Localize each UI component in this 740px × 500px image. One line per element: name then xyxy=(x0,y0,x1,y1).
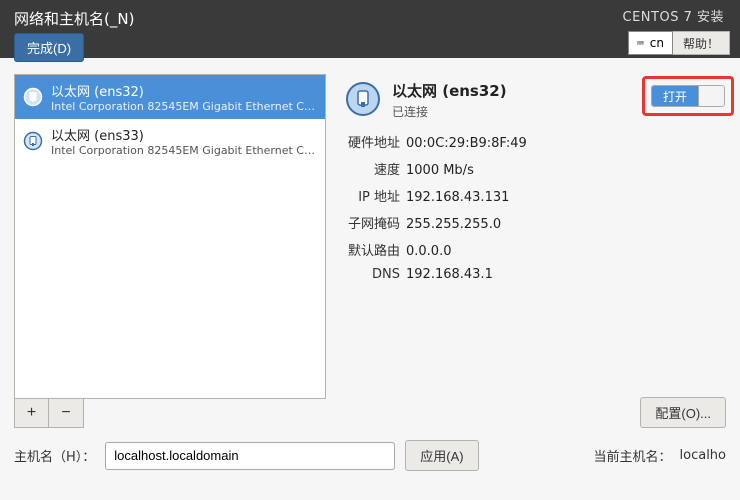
nic-text: 以太网 (ens33)Intel Corporation 82545EM Gig… xyxy=(51,125,317,157)
current-hostname-value: localho xyxy=(680,448,726,463)
detail-table: 硬件地址 00:0C:29:B9:8F:49 速度 1000 Mb/s IP 地址 192… xyxy=(334,132,726,290)
detail-row-label: 硬件地址 xyxy=(344,132,400,151)
configure-row: 配置(O)... xyxy=(334,397,726,428)
add-nic-button[interactable]: + xyxy=(15,399,49,427)
detail-row: 速度 1000 Mb/s xyxy=(344,159,726,178)
right-column: 打开 以太网 (ens32) 已连接 硬件地址00:0C:29:B9:8F:49… xyxy=(334,74,726,428)
nic-text: 以太网 (ens32)Intel Corporation 82545EM Gig… xyxy=(51,81,317,113)
footer-right: 当前主机名： localho xyxy=(594,446,727,465)
ethernet-icon xyxy=(23,87,43,107)
apply-hostname-button[interactable]: 应用(A) xyxy=(405,440,478,471)
help-button-label: 帮助！ xyxy=(683,35,719,52)
detail-row: DNS 192.168.43.1 xyxy=(344,267,726,282)
detail-row-label: DNS xyxy=(344,267,400,282)
detail-row-value: 192.168.43.131 xyxy=(406,190,509,205)
nic-desc: Intel Corporation 82545EM Gigabit Ethern… xyxy=(51,144,317,157)
header-right: CENTOS 7 安装 ⌨ cn 帮助！ xyxy=(623,6,730,55)
current-hostname-label: 当前主机名： xyxy=(594,446,672,465)
header-bar: 网络和主机名(_N) 完成(D) CENTOS 7 安装 ⌨ cn 帮助！ xyxy=(0,0,740,58)
detail-row-label: 子网掩码 xyxy=(344,213,400,232)
keyboard-layout-text: cn xyxy=(650,36,664,50)
page-title: 网络和主机名(_N) xyxy=(10,6,623,33)
configure-button[interactable]: 配置(O)... xyxy=(640,397,726,428)
remove-nic-button[interactable]: − xyxy=(49,399,83,427)
keyboard-layout-indicator[interactable]: ⌨ cn xyxy=(628,31,673,55)
nic-desc: Intel Corporation 82545EM Gigabit Ethern… xyxy=(51,100,317,113)
main-content: 以太网 (ens32)Intel Corporation 82545EM Gig… xyxy=(0,58,740,428)
footer-bar: 主机名（H）： 应用(A) 当前主机名： localho xyxy=(0,428,740,471)
header-tools: ⌨ cn 帮助！ xyxy=(628,31,730,55)
header-left: 网络和主机名(_N) 完成(D) xyxy=(10,6,623,62)
detail-row-label: IP 地址 xyxy=(344,186,400,205)
connection-toggle[interactable]: 打开 xyxy=(651,85,725,107)
detail-row: IP 地址 192.168.43.131 xyxy=(344,186,726,205)
ethernet-icon xyxy=(23,131,43,151)
help-button[interactable]: 帮助！ xyxy=(673,31,730,55)
add-remove-toolbar: + − xyxy=(14,399,84,428)
detail-row-value: 0.0.0.0 xyxy=(406,244,451,259)
detail-row-value: 00:0C:29:B9:8F:49 xyxy=(406,136,527,151)
detail-row: 硬件地址 00:0C:29:B9:8F:49 xyxy=(344,132,726,151)
detail-row-label: 速度 xyxy=(344,159,400,178)
ethernet-icon xyxy=(344,80,382,118)
nic-list-item[interactable]: 以太网 (ens33)Intel Corporation 82545EM Gig… xyxy=(15,119,325,163)
toggle-knob xyxy=(698,86,724,106)
keyboard-icon: ⌨ xyxy=(637,37,644,50)
hostname-input[interactable] xyxy=(105,442,395,470)
nic-list[interactable]: 以太网 (ens32)Intel Corporation 82545EM Gig… xyxy=(14,74,326,399)
nic-name: 以太网 (ens33) xyxy=(51,125,317,144)
detail-row: 默认路由 0.0.0.0 xyxy=(344,240,726,259)
distro-label: CENTOS 7 安装 xyxy=(623,6,730,25)
hostname-label: 主机名（H）： xyxy=(14,446,95,465)
detail-row-value: 255.255.255.0 xyxy=(406,217,501,232)
done-button[interactable]: 完成(D) xyxy=(14,33,84,62)
detail-row: 子网掩码 255.255.255.0 xyxy=(344,213,726,232)
toggle-on-label: 打开 xyxy=(652,86,698,106)
detail-row-label: 默认路由 xyxy=(344,240,400,259)
toggle-highlight-annotation: 打开 xyxy=(642,76,734,116)
detail-row-value: 1000 Mb/s xyxy=(406,163,474,178)
nic-list-item[interactable]: 以太网 (ens32)Intel Corporation 82545EM Gig… xyxy=(15,75,325,119)
detail-row-value: 192.168.43.1 xyxy=(406,267,493,282)
nic-name: 以太网 (ens32) xyxy=(51,81,317,100)
left-column: 以太网 (ens32)Intel Corporation 82545EM Gig… xyxy=(14,74,326,428)
